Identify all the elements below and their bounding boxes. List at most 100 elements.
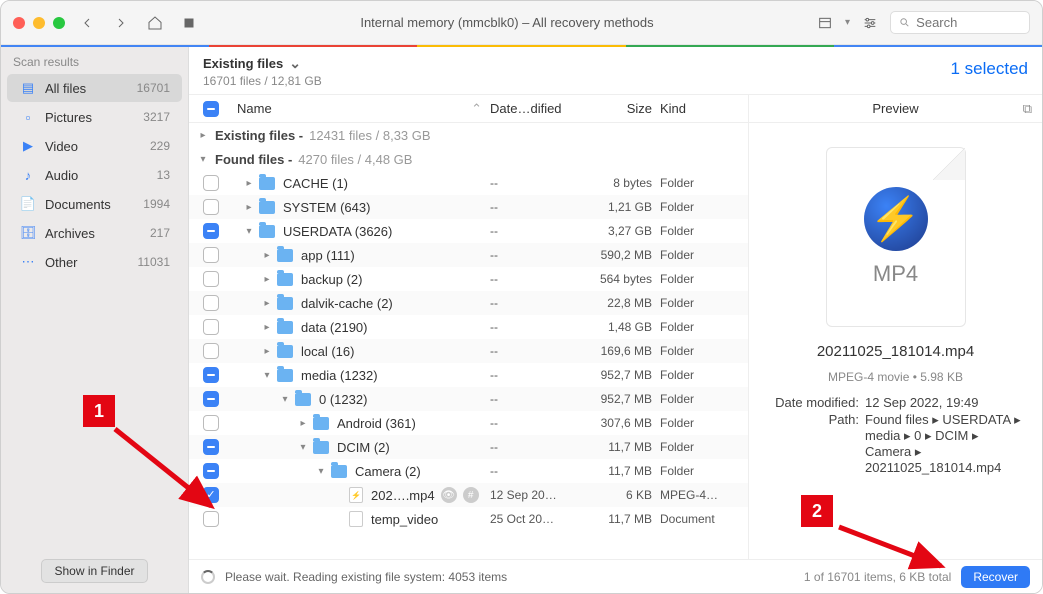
disclosure-icon[interactable]: ▾ [297,442,309,453]
disclosure-icon[interactable]: ▸ [297,418,309,429]
close-window-button[interactable] [13,17,25,29]
file-row[interactable]: ▸Android (361)--307,6 MBFolder [189,411,748,435]
show-in-finder-button[interactable]: Show in Finder [41,559,147,583]
file-row[interactable]: ▾USERDATA (3626)--3,27 GBFolder [189,219,748,243]
row-checkbox[interactable] [203,343,219,359]
back-button[interactable] [75,11,99,35]
column-kind[interactable]: Kind [660,101,740,116]
row-checkbox[interactable] [203,199,219,215]
file-row[interactable]: ▸local (16)--169,6 MBFolder [189,339,748,363]
row-checkbox[interactable] [203,319,219,335]
disclosure-icon[interactable]: ▸ [261,274,273,285]
column-date[interactable]: Date…dified [490,101,580,116]
sidebar-item-all-files[interactable]: ▤All files16701 [7,74,182,102]
recover-button[interactable]: Recover [961,566,1030,588]
sidebar-item-documents[interactable]: 📄Documents1994 [7,190,182,218]
folder-icon [277,249,293,262]
disclosure-icon[interactable]: ▸ [261,250,273,261]
select-all-checkbox[interactable] [203,101,219,117]
minimize-window-button[interactable] [33,17,45,29]
row-checkbox[interactable] [203,223,219,239]
disclosure-icon[interactable]: ▸ [261,298,273,309]
sidebar-item-pictures[interactable]: ▫Pictures3217 [7,103,182,131]
row-checkbox[interactable] [203,247,219,263]
sidebar-item-archives[interactable]: 🗄Archives217 [7,219,182,247]
file-name: dalvik-cache (2) [301,296,393,311]
file-kind: Folder [660,296,740,310]
home-button[interactable] [143,11,167,35]
main-area: Existing files ⌄ 16701 files / 12,81 GB … [189,47,1042,593]
row-checkbox[interactable] [203,463,219,479]
maximize-window-button[interactable] [53,17,65,29]
disclosure-icon[interactable]: ▾ [315,466,327,477]
search-input[interactable] [916,15,1021,30]
documents-icon: 📄 [19,195,37,213]
group-header[interactable]: ▸Existing files - 12431 files / 8,33 GB [189,123,748,147]
group-info: 12431 files / 8,33 GB [309,128,430,143]
hash-icon[interactable]: # [463,487,479,503]
disclosure-icon[interactable]: ▾ [279,394,291,405]
file-date: -- [490,248,580,262]
row-checkbox[interactable] [203,271,219,287]
sidebar-item-video[interactable]: ▶Video229 [7,132,182,160]
status-text: Please wait. Reading existing file syste… [225,570,794,584]
copy-icon[interactable]: ⧉ [1023,101,1032,117]
file-size: 590,2 MB [580,248,660,262]
settings-button[interactable] [858,11,882,35]
row-checkbox[interactable] [203,295,219,311]
file-date: -- [490,200,580,214]
disclosure-icon[interactable]: ▾ [243,226,255,237]
file-row[interactable]: ⚡202….mp4👁#12 Sep 20…6 KBMPEG-4… [189,483,748,507]
file-row[interactable]: ▸dalvik-cache (2)--22,8 MBFolder [189,291,748,315]
sidebar-item-other[interactable]: ⋯Other11031 [7,248,182,276]
folder-icon [259,225,275,238]
disclosure-icon: ▾ [197,154,209,165]
disclosure-icon[interactable]: ▸ [261,322,273,333]
disclosure-icon[interactable]: ▸ [243,202,255,213]
file-row[interactable]: ▾Camera (2)--11,7 MBFolder [189,459,748,483]
row-checkbox[interactable] [203,367,219,383]
row-checkbox[interactable] [203,175,219,191]
disclosure-icon[interactable]: ▸ [243,178,255,189]
sidebar-item-audio[interactable]: ♪Audio13 [7,161,182,189]
file-name: local (16) [301,344,354,359]
sidebar-item-count: 16701 [137,81,170,95]
file-row[interactable]: ▾media (1232)--952,7 MBFolder [189,363,748,387]
file-row[interactable]: ▸SYSTEM (643)--1,21 GBFolder [189,195,748,219]
stop-button[interactable] [177,11,201,35]
row-checkbox[interactable] [203,391,219,407]
main-title[interactable]: Existing files ⌄ [203,55,951,72]
file-row[interactable]: ▸app (111)--590,2 MBFolder [189,243,748,267]
file-size: 564 bytes [580,272,660,286]
file-row[interactable]: ▸backup (2)--564 bytesFolder [189,267,748,291]
file-row[interactable]: ▾DCIM (2)--11,7 MBFolder [189,435,748,459]
preview-meta: MPEG-4 movie • 5.98 KB [828,370,963,384]
row-checkbox[interactable] [203,439,219,455]
row-checkbox[interactable] [203,487,219,503]
file-row[interactable]: ▸CACHE (1)--8 bytesFolder [189,171,748,195]
column-size[interactable]: Size [580,101,660,116]
disclosure-icon[interactable]: ▸ [261,346,273,357]
file-size: 3,27 GB [580,224,660,238]
file-kind: Document [660,512,740,526]
forward-button[interactable] [109,11,133,35]
column-name[interactable]: Name⌃ [225,101,490,117]
eye-icon[interactable]: 👁 [441,487,457,503]
preview-panel: Preview ⧉ ⚡ MP4 20211025_181014.mp4 MPEG… [749,95,1042,559]
row-checkbox[interactable] [203,511,219,527]
file-row[interactable]: temp_video25 Oct 20…11,7 MBDocument [189,507,748,531]
column-headers: Name⌃ Date…dified Size Kind [189,95,748,123]
file-kind: Folder [660,344,740,358]
row-checkbox[interactable] [203,415,219,431]
view-mode-button[interactable] [813,11,837,35]
disclosure-icon[interactable]: ▾ [261,370,273,381]
audio-icon: ♪ [19,166,37,184]
file-size: 952,7 MB [580,392,660,406]
file-row[interactable]: ▸data (2190)--1,48 GBFolder [189,315,748,339]
sidebar-item-label: Pictures [45,110,135,125]
search-field[interactable] [890,11,1030,34]
file-date: -- [490,176,580,190]
file-size: 22,8 MB [580,296,660,310]
file-row[interactable]: ▾0 (1232)--952,7 MBFolder [189,387,748,411]
group-header[interactable]: ▾Found files - 4270 files / 4,48 GB [189,147,748,171]
